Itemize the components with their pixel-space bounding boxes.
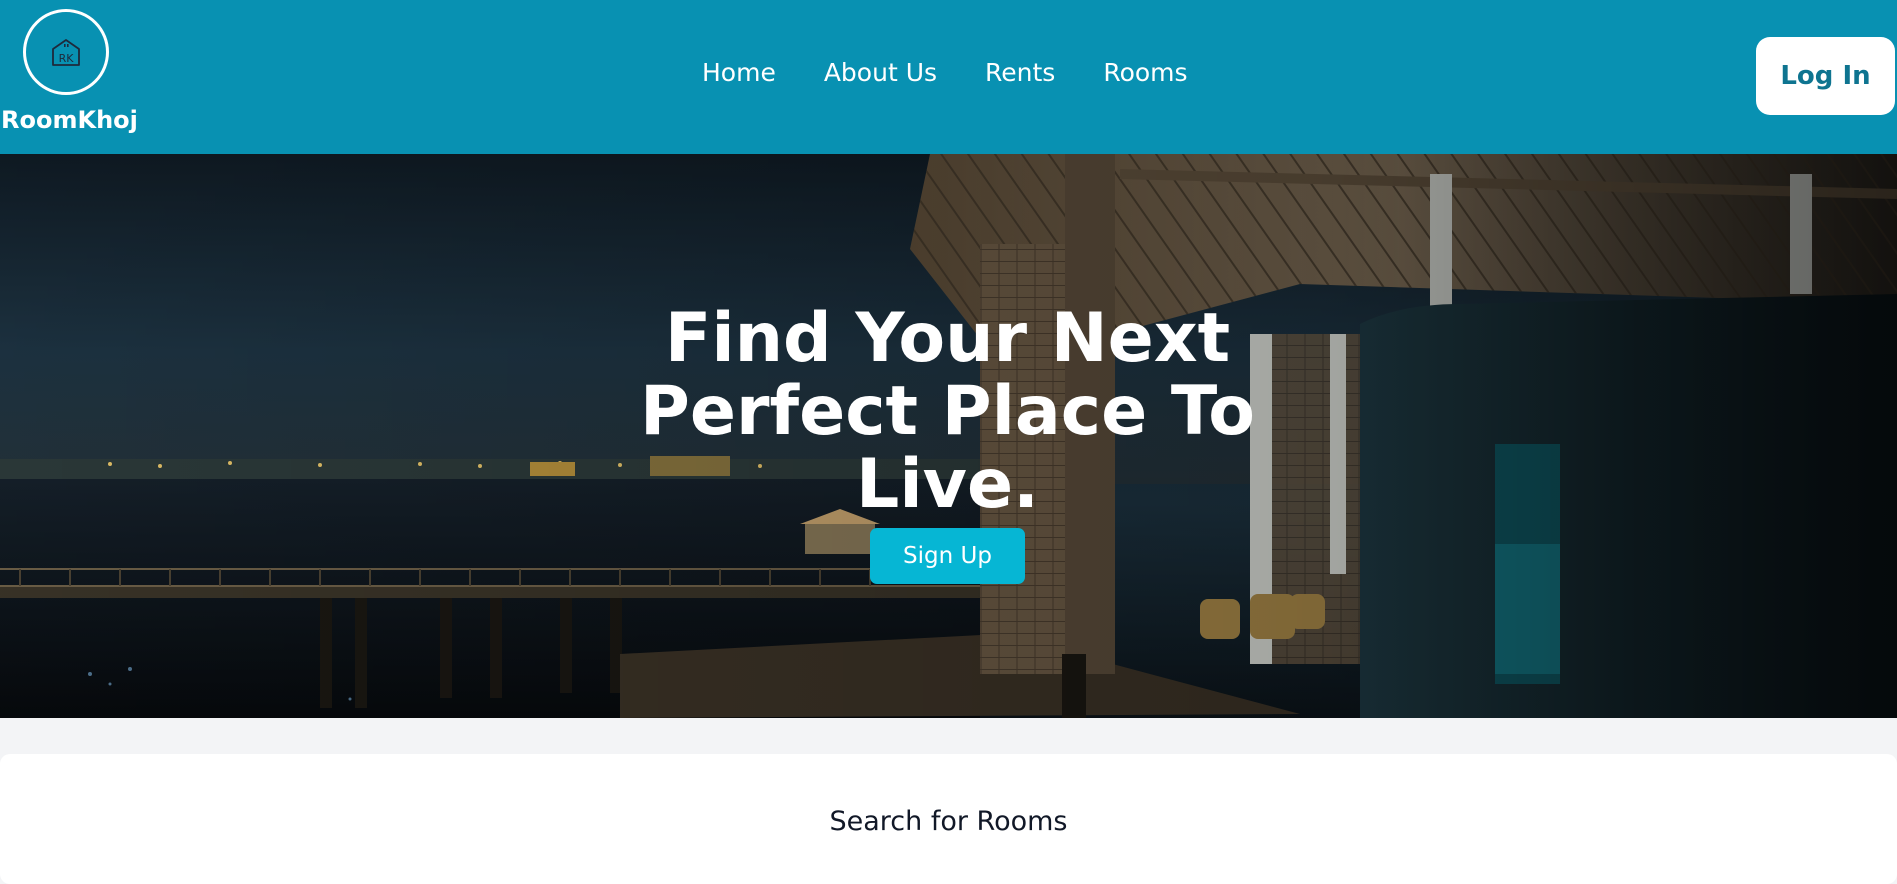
nav-home[interactable]: Home <box>702 58 776 87</box>
login-button[interactable]: Log In <box>1756 37 1895 115</box>
search-title: Search for Rooms <box>829 806 1068 837</box>
hero-title: Find Your Next Perfect Place To Live. <box>640 299 1255 524</box>
brand-name: RoomKhoj <box>1 106 138 134</box>
nav-about-us[interactable]: About Us <box>824 58 937 87</box>
signup-button[interactable]: Sign Up <box>870 528 1025 584</box>
main-nav: Home About Us Rents Rooms <box>702 58 1188 87</box>
logo-text: RK <box>59 52 75 65</box>
brand[interactable]: RK RoomKhoj <box>0 9 138 134</box>
hero-section: Find Your Next Perfect Place To Live. Si… <box>0 154 1897 718</box>
search-card: Search for Rooms <box>0 754 1897 884</box>
nav-rents[interactable]: Rents <box>985 58 1055 87</box>
top-navbar: RK RoomKhoj Home About Us Rents Rooms Lo… <box>0 0 1897 154</box>
house-icon: RK <box>52 39 80 66</box>
nav-rooms[interactable]: Rooms <box>1103 58 1187 87</box>
logo[interactable]: RK <box>23 9 109 95</box>
